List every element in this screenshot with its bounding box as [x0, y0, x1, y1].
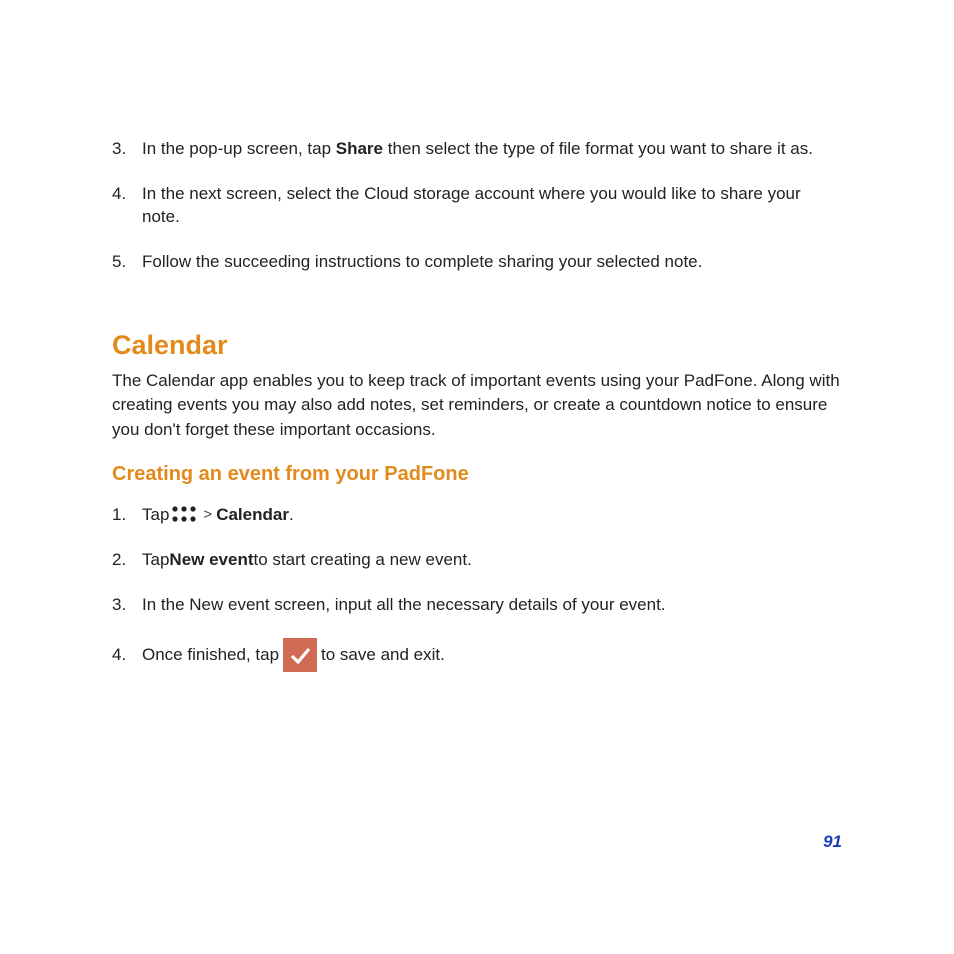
step-number: 1. — [112, 504, 142, 527]
breadcrumb-separator: > — [203, 505, 212, 525]
calendar-app-label: Calendar — [216, 504, 289, 527]
step-number: 5. — [112, 251, 142, 274]
step-text: Once finished, tap to save and exit. — [142, 638, 842, 672]
step-number: 4. — [112, 183, 142, 206]
step-number: 3. — [112, 138, 142, 161]
section-intro: The Calendar app enables you to keep tra… — [112, 369, 842, 443]
list-item: 4. Once finished, tap to save and exit. — [112, 638, 842, 672]
checkmark-save-icon — [283, 638, 317, 672]
list-item: 5. Follow the succeeding instructions to… — [112, 251, 842, 274]
list-item: 2. Tap New event to start creating a new… — [112, 549, 842, 572]
step-text: In the pop-up screen, tap Share then sel… — [142, 138, 842, 161]
list-item: 3. In the pop-up screen, tap Share then … — [112, 138, 842, 161]
step-number: 4. — [112, 644, 142, 667]
list-item: 4. In the next screen, select the Cloud … — [112, 183, 842, 229]
list-item: 1. Tap > Calendar. — [112, 504, 842, 527]
step-text: Follow the succeeding instructions to co… — [142, 251, 842, 274]
document-page: 3. In the pop-up screen, tap Share then … — [0, 0, 954, 754]
section-heading-calendar: Calendar — [112, 330, 842, 361]
step-number: 3. — [112, 594, 142, 617]
creating-event-steps: 1. Tap > Calendar. 2. — [112, 504, 842, 673]
sharing-steps-continued: 3. In the pop-up screen, tap Share then … — [112, 138, 842, 274]
subsection-heading-creating-event: Creating an event from your PadFone — [112, 463, 842, 486]
step-text: In the next screen, select the Cloud sto… — [142, 183, 842, 229]
list-item: 3. In the New event screen, input all th… — [112, 594, 842, 617]
apps-drawer-icon — [171, 505, 197, 523]
step-text: Tap New event to start creating a new ev… — [142, 549, 842, 572]
step-text: Tap > Calendar. — [142, 504, 842, 527]
step-text: In the New event screen, input all the n… — [142, 594, 842, 617]
page-number: 91 — [823, 832, 842, 852]
step-number: 2. — [112, 549, 142, 572]
